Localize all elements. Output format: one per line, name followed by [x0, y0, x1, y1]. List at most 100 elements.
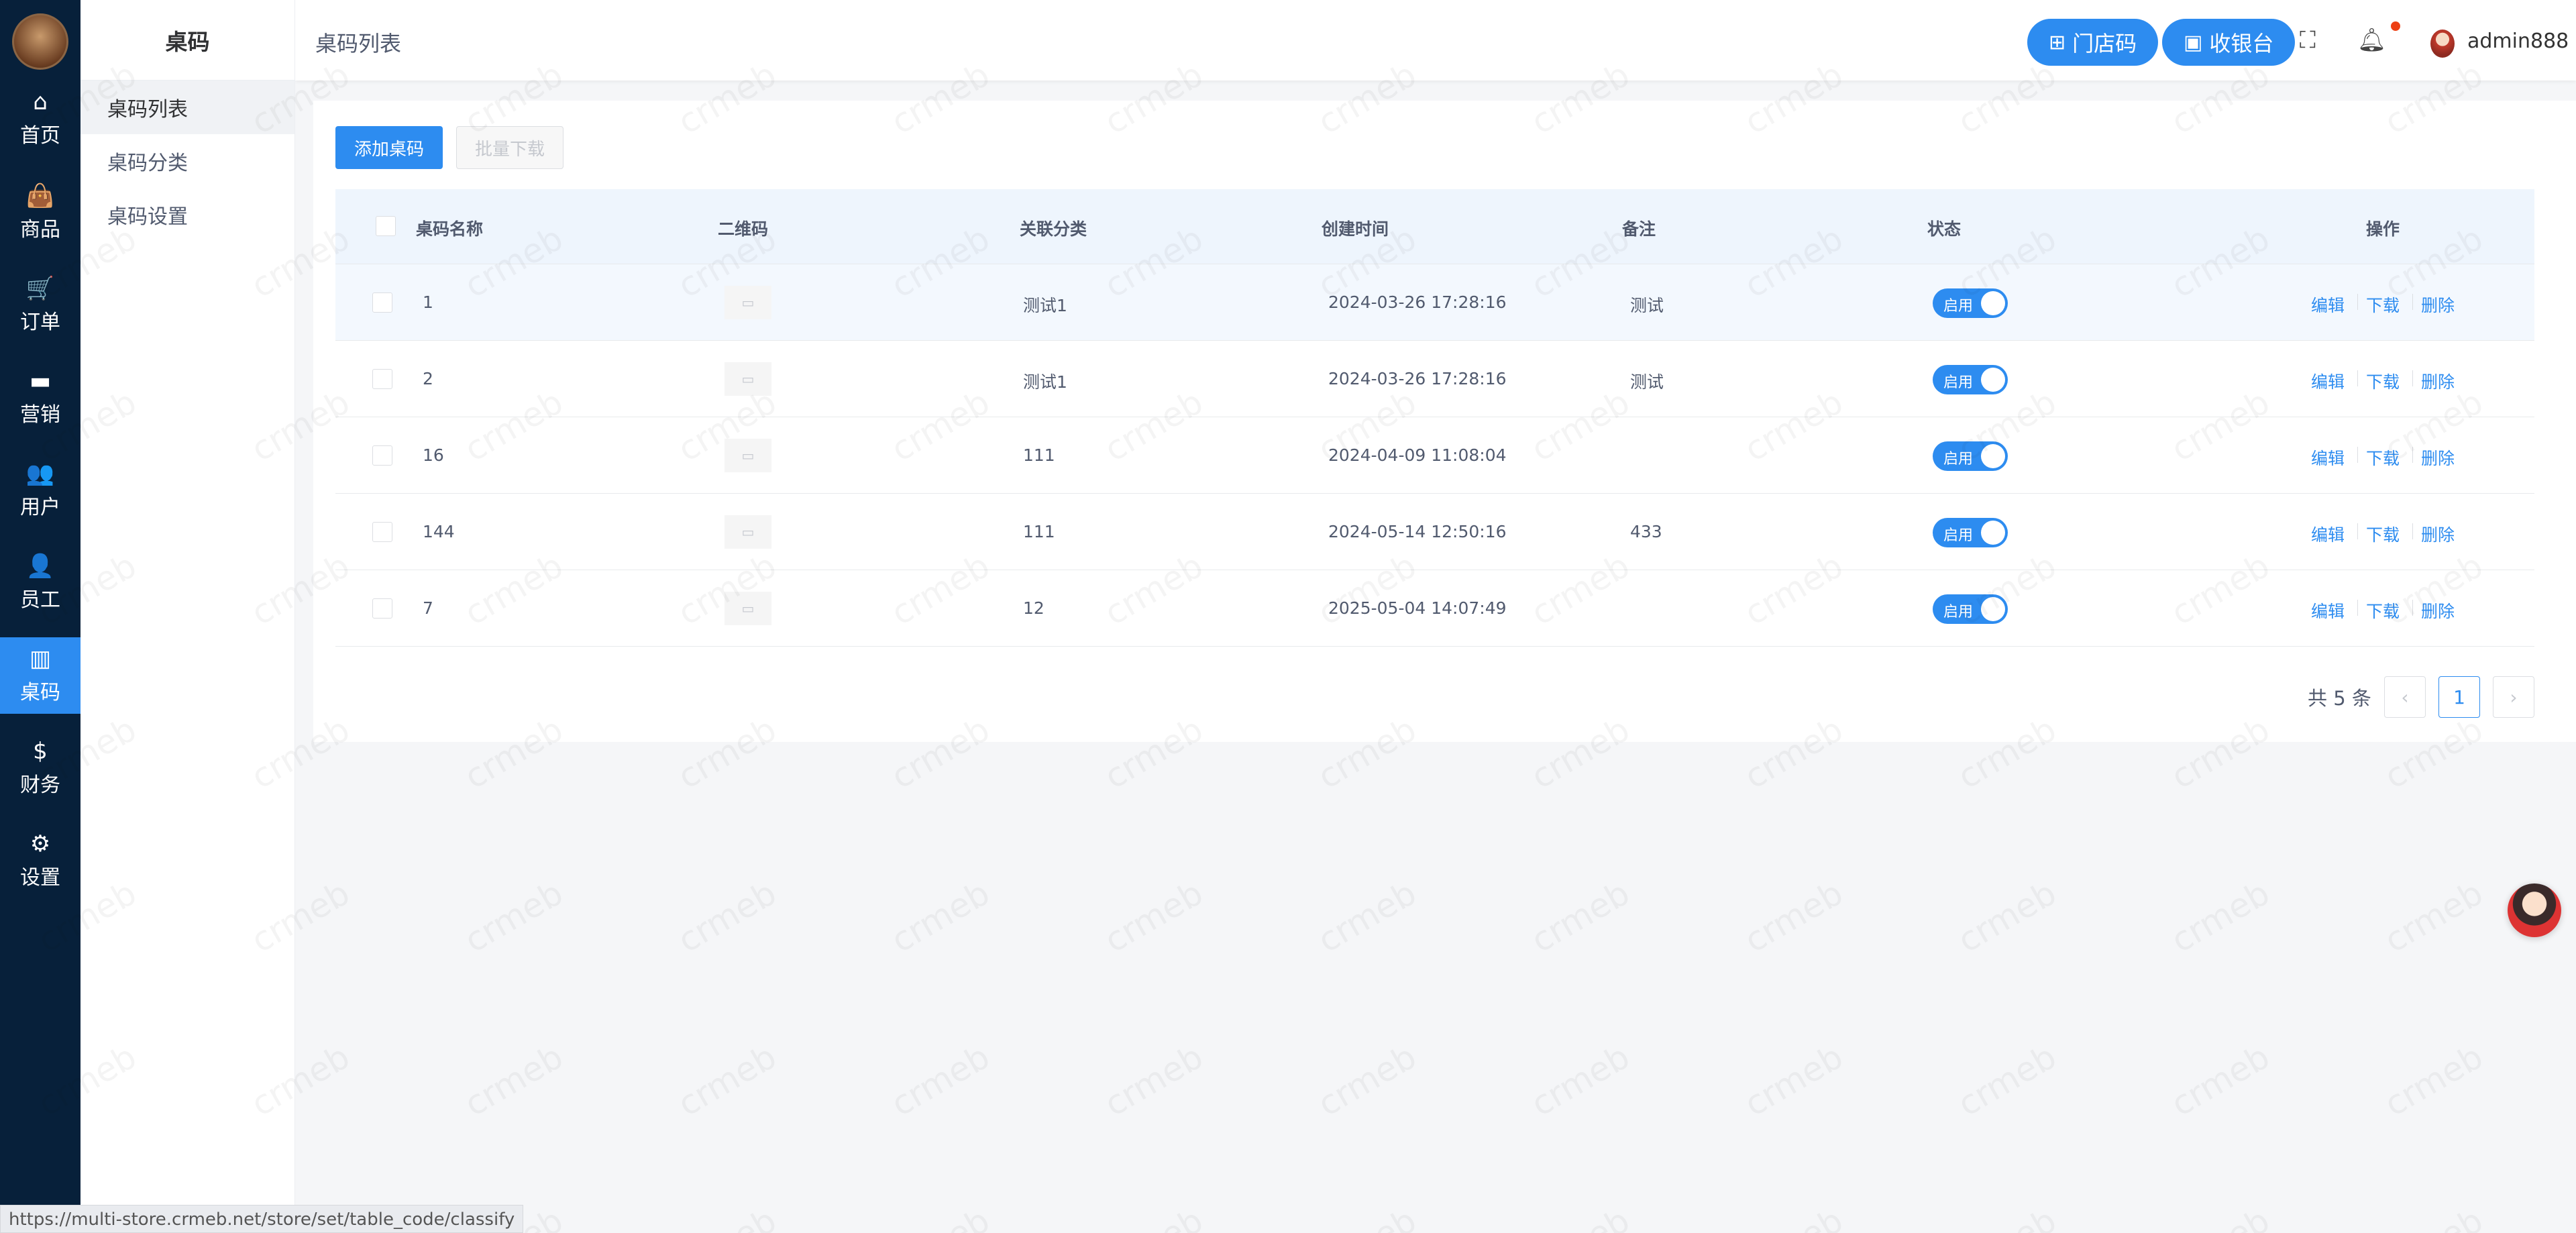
download-link[interactable]: 下载 — [2366, 369, 2400, 393]
prev-page-button[interactable]: ‹ — [2384, 676, 2426, 718]
status-toggle-label: 启用 — [1943, 527, 1974, 544]
table-name-cell: 7 — [423, 598, 433, 618]
delete-link[interactable]: 删除 — [2421, 445, 2455, 470]
cart-icon: 🛒 — [25, 275, 55, 302]
edit-link[interactable]: 编辑 — [2311, 598, 2345, 623]
download-link[interactable]: 下载 — [2366, 292, 2400, 317]
shopping-bag-icon: 👜 — [25, 182, 55, 209]
table-row: 16 ▭ 111 2024-04-09 11:08:04 启用 编辑 下载 删除 — [335, 417, 2534, 494]
pagination-total: 共 5 条 — [2308, 687, 2371, 710]
edit-link[interactable]: 编辑 — [2311, 292, 2345, 317]
table-name-cell: 2 — [423, 369, 433, 388]
sub-nav-item-table-category[interactable]: 桌码分类 — [80, 134, 294, 188]
table-name-cell: 1 — [423, 292, 433, 312]
row-checkbox[interactable] — [372, 445, 392, 466]
column-header: 桌码名称 — [416, 219, 484, 239]
status-bar-url: https://multi-store.crmeb.net/store/set/… — [0, 1205, 524, 1233]
qr-code-image[interactable]: ▭ — [724, 362, 771, 396]
nav-item-label: 订单 — [20, 311, 60, 334]
nav-item-label: 员工 — [20, 588, 60, 612]
fullscreen-icon[interactable]: ⛶ — [2300, 27, 2316, 54]
action-divider — [2357, 294, 2358, 310]
cashier-label: 收银台 — [2209, 31, 2274, 56]
action-divider — [2412, 600, 2413, 616]
row-checkbox[interactable] — [372, 292, 392, 313]
avatar[interactable] — [2430, 30, 2455, 58]
created-time-cell: 2025-05-04 14:07:49 — [1328, 598, 1507, 618]
toggle-knob — [1981, 521, 2005, 545]
add-table-code-button[interactable]: 添加桌码 — [335, 126, 443, 169]
nav-item-marketing[interactable]: ▬ 营销 — [0, 360, 80, 436]
store-code-button[interactable]: ⊞ 门店码 — [2027, 19, 2159, 66]
status-toggle[interactable]: 启用 — [1933, 365, 2008, 394]
select-all-checkbox[interactable] — [376, 216, 396, 236]
nav-item-table-code[interactable]: ▥ 桌码 — [0, 637, 80, 714]
qr-code-image[interactable]: ▭ — [724, 439, 771, 472]
delete-link[interactable]: 删除 — [2421, 598, 2455, 623]
row-checkbox[interactable] — [372, 369, 392, 389]
cashier-button[interactable]: ▣ 收银台 — [2162, 19, 2296, 66]
status-toggle[interactable]: 启用 — [1933, 288, 2008, 318]
action-divider — [2357, 447, 2358, 463]
qr-code-image[interactable]: ▭ — [724, 515, 771, 549]
download-link[interactable]: 下载 — [2366, 522, 2400, 546]
nav-item-products[interactable]: 👜 商品 — [0, 174, 80, 251]
username[interactable]: admin888 — [2467, 30, 2569, 53]
store-code-label: 门店码 — [2072, 31, 2137, 56]
row-checkbox[interactable] — [372, 598, 392, 619]
page-button[interactable]: 1 — [2438, 676, 2480, 718]
edit-link[interactable]: 编辑 — [2311, 445, 2345, 470]
action-divider — [2357, 600, 2358, 616]
category-cell: 12 — [1023, 598, 1044, 618]
customer-service-avatar[interactable] — [2508, 883, 2561, 937]
download-link[interactable]: 下载 — [2366, 445, 2400, 470]
table-code-table: 桌码名称 二维码 关联分类 创建时间 备注 状态 操作 1 ▭ 测试1 2024… — [335, 189, 2534, 647]
nav-item-staff[interactable]: 👤 员工 — [0, 545, 80, 621]
nav-item-label: 用户 — [20, 496, 60, 519]
users-icon: 👥 — [25, 460, 55, 487]
edit-link[interactable]: 编辑 — [2311, 522, 2345, 546]
toggle-knob — [1981, 291, 2005, 315]
sub-nav-item-table-settings[interactable]: 桌码设置 — [80, 188, 294, 242]
created-time-cell: 2024-03-26 17:28:16 — [1328, 292, 1507, 312]
dollar-icon: $ — [33, 738, 48, 765]
download-link[interactable]: 下载 — [2366, 598, 2400, 623]
nav-item-orders[interactable]: 🛒 订单 — [0, 267, 80, 343]
bell-icon[interactable]: 🔔︎ — [2357, 27, 2386, 54]
status-toggle-label: 启用 — [1943, 298, 1974, 315]
nav-item-users[interactable]: 👥 用户 — [0, 452, 80, 529]
nav-item-finance[interactable]: $ 财务 — [0, 730, 80, 806]
breadcrumb: 桌码列表 — [315, 31, 402, 56]
top-header: 桌码列表 ⊞ 门店码 ▣ 收银台 ⛶ 🔔︎ admin888 — [295, 0, 2576, 81]
sub-nav-item-table-list[interactable]: 桌码列表 — [80, 81, 294, 134]
status-toggle[interactable]: 启用 — [1933, 518, 2008, 547]
sub-nav-title: 桌码 — [80, 0, 294, 81]
status-toggle[interactable]: 启用 — [1933, 441, 2008, 471]
qr-code-image[interactable]: ▭ — [724, 592, 771, 625]
status-toggle-label: 启用 — [1943, 451, 1974, 468]
sub-nav: 桌码 桌码列表 桌码分类 桌码设置 — [80, 0, 295, 1233]
nav-item-label: 财务 — [20, 773, 60, 797]
action-divider — [2357, 370, 2358, 386]
column-header: 关联分类 — [1020, 219, 1087, 239]
store-logo[interactable] — [12, 13, 68, 70]
delete-link[interactable]: 删除 — [2421, 522, 2455, 546]
delete-link[interactable]: 删除 — [2421, 292, 2455, 317]
status-toggle[interactable]: 启用 — [1933, 594, 2008, 624]
row-checkbox[interactable] — [372, 522, 392, 542]
edit-link[interactable]: 编辑 — [2311, 369, 2345, 393]
grid-icon: ⊞ — [2049, 30, 2066, 54]
column-header: 二维码 — [718, 219, 769, 239]
delete-link[interactable]: 删除 — [2421, 369, 2455, 393]
monitor-icon: ▣ — [2184, 30, 2203, 54]
column-header: 操作 — [2366, 219, 2400, 239]
nav-item-settings[interactable]: ⚙ 设置 — [0, 822, 80, 899]
next-page-button[interactable]: › — [2493, 676, 2534, 718]
nav-item-label: 首页 — [20, 124, 60, 148]
status-toggle-label: 启用 — [1943, 374, 1974, 391]
batch-download-button[interactable]: 批量下载 — [456, 126, 564, 169]
table-row: 2 ▭ 测试1 2024-03-26 17:28:16 测试 启用 编辑 下载 … — [335, 341, 2534, 417]
nav-item-home[interactable]: ⌂ 首页 — [0, 81, 80, 157]
remark-cell: 433 — [1630, 522, 1662, 541]
qr-code-image[interactable]: ▭ — [724, 286, 771, 319]
